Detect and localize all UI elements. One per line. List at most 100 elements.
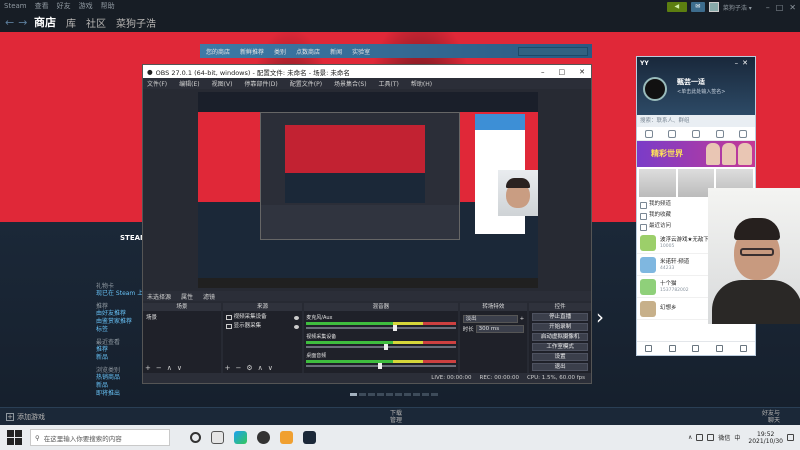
yy-search-input[interactable]: 搜索：联系人、群组 [637,115,755,127]
volume-knob[interactable] [377,363,382,369]
obs-menu-edit[interactable]: 编辑(E) [179,79,199,88]
history-icon[interactable] [739,129,748,138]
carousel-dot[interactable] [350,393,357,396]
volume-knob[interactable] [383,344,388,350]
notifications-button[interactable]: ✉ [690,2,705,12]
obs-menu-file[interactable]: 文件(F) [147,79,167,88]
carousel-dot[interactable] [359,393,366,396]
carousel-next-icon[interactable]: › [596,305,604,329]
sidebar-link[interactable]: 由鉴赏家推荐 [96,318,144,326]
task-view-icon[interactable] [190,432,201,443]
tab-store[interactable]: 商店 [34,14,56,30]
volume-icon[interactable] [707,434,715,441]
move-up-icon[interactable]: ∧ [258,364,263,372]
carousel-dot[interactable] [377,393,384,396]
tab-community[interactable]: 社区 [86,15,106,30]
ime-indicator[interactable]: 中 [734,433,740,442]
home-icon[interactable] [644,129,653,138]
tab-library[interactable]: 库 [66,15,76,30]
friends-chat-button[interactable]: 好友与 聊天 [762,410,780,424]
volume-slider[interactable] [306,363,456,369]
maximize-icon[interactable]: □ [776,3,784,12]
notification-icon[interactable] [787,434,794,441]
steam-menu-help[interactable]: 帮助 [101,1,115,11]
clock[interactable]: 19:52 2021/10/30 [748,431,783,445]
username-dropdown[interactable]: 菜狗子浩 ▾ [723,3,752,12]
sidebar-link[interactable]: 新品 [96,354,144,362]
settings-button[interactable]: 设置 [532,353,588,361]
close-icon[interactable]: ✕ [742,59,752,67]
subnav-points-shop[interactable]: 点数商店 [296,47,320,56]
group-icon[interactable] [691,129,700,138]
steam-menu-view[interactable]: 查看 [35,1,49,11]
volume-slider[interactable] [306,344,456,350]
sidebar-link[interactable]: 标签 [96,326,144,334]
obs-menu-tools[interactable]: 工具(T) [379,79,399,88]
exit-button[interactable]: 退出 [532,363,588,371]
forward-arrow-icon[interactable]: → [18,16,27,29]
source-item[interactable]: 显示器采集 [225,322,300,331]
properties-button[interactable]: 属性 [181,292,193,301]
subnav-news[interactable]: 新闻 [330,47,342,56]
maximize-icon[interactable]: □ [559,68,566,76]
back-arrow-icon[interactable]: ← [5,16,14,29]
subnav-your-store[interactable]: 您的商店 [206,47,230,56]
edge-browser-icon[interactable] [234,431,247,444]
move-up-icon[interactable]: ∧ [167,364,172,372]
duration-input[interactable]: 300 ms [475,325,525,333]
add-game-button[interactable]: + 添加游戏 [6,412,45,422]
obs-menu-help[interactable]: 帮助(H) [411,79,432,88]
yy-signature[interactable]: <单击此处输入签名> [677,88,725,95]
remove-icon[interactable]: − [156,364,162,372]
volume-slider[interactable] [306,325,456,331]
sidebar-link[interactable]: 现已在 Steam 上 [96,290,144,298]
scene-item[interactable]: 场景 [146,313,218,321]
obs-preview-canvas[interactable] [198,92,538,288]
studio-mode-button[interactable]: 工作室模式 [532,343,588,351]
carousel-dot[interactable] [395,393,402,396]
tray-chevron-icon[interactable]: ∧ [688,434,692,441]
carousel-dot[interactable] [422,393,429,396]
windows-start-icon[interactable] [6,429,24,447]
steam-menu-friends[interactable]: 好友 [57,1,71,11]
visibility-icon[interactable] [294,324,300,329]
yy-ad-banner[interactable]: 精彩世界 [637,141,755,167]
downloads-button[interactable]: 下载 管理 [390,410,402,424]
gear-icon[interactable]: ⚙ [246,364,252,372]
start-recording-button[interactable]: 开始录制 [532,323,588,331]
network-icon[interactable] [696,434,704,441]
sidebar-link[interactable]: 推荐 [96,346,144,354]
add-icon[interactable]: + [145,364,151,372]
steam-menu-games[interactable]: 游戏 [79,1,93,11]
search-icon[interactable] [716,345,724,352]
close-icon[interactable]: ✕ [579,68,585,76]
store-search-input[interactable] [518,46,588,56]
settings-icon[interactable] [692,345,700,352]
channel-icon[interactable] [715,129,724,138]
minimize-icon[interactable]: – [766,3,770,12]
carousel-dot[interactable] [404,393,411,396]
visibility-icon[interactable] [294,315,300,320]
app-icon[interactable] [739,345,747,352]
steam-menu-steam[interactable]: Steam [4,2,27,10]
stop-streaming-button[interactable]: 停止直播 [532,313,588,321]
photo-thumb[interactable] [639,169,676,197]
contacts-icon[interactable] [668,129,677,138]
minimize-icon[interactable]: – [541,68,545,76]
carousel-dot[interactable] [431,393,438,396]
user-avatar[interactable] [708,2,719,12]
obs-menu-docks[interactable]: 停靠部件(D) [244,79,277,88]
volume-knob[interactable] [392,325,397,331]
broadcast-button[interactable]: ◀ [666,2,687,12]
close-icon[interactable]: ✕ [789,3,796,12]
tab-profile[interactable]: 菜狗子浩 [116,15,156,30]
carousel-dot[interactable] [368,393,375,396]
steam-taskbar-icon[interactable] [303,431,316,444]
remove-icon[interactable]: − [236,364,242,372]
sidebar-link[interactable]: 新品 [96,382,144,390]
sidebar-link[interactable]: 热销商品 [96,374,144,382]
video-icon[interactable] [668,345,676,352]
carousel-dot[interactable] [413,393,420,396]
carousel-dot[interactable] [386,393,393,396]
subnav-new[interactable]: 新鲜推荐 [240,47,264,56]
